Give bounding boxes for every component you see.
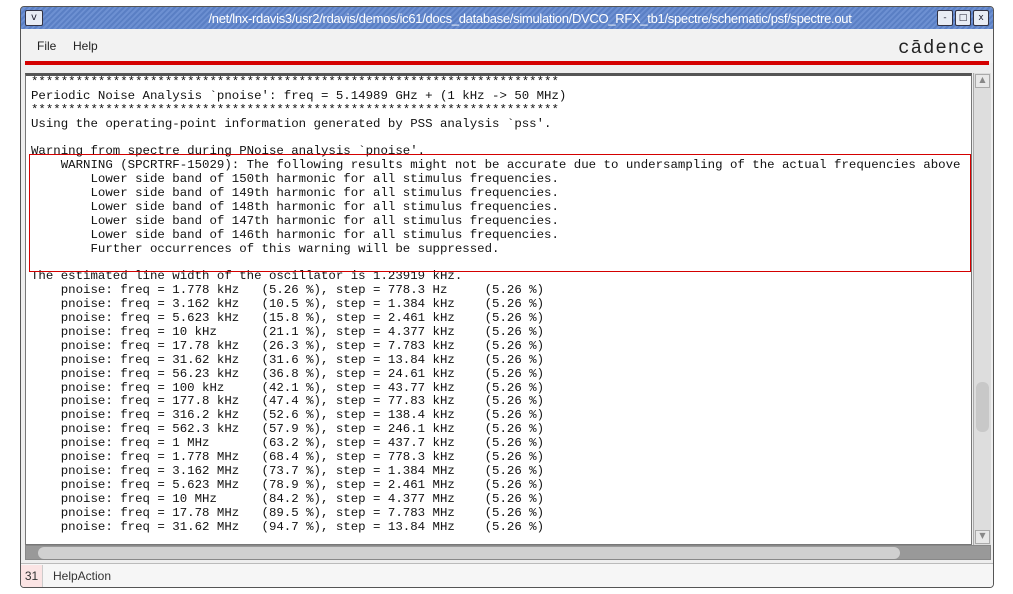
- log-line: pnoise: freq = 31.62 kHz (31.6 %), step …: [31, 352, 545, 367]
- vertical-scroll-thumb[interactable]: [976, 382, 989, 432]
- window-title: /net/lnx-rdavis3/usr2/rdavis/demos/ic61/…: [208, 10, 852, 26]
- log-line: pnoise: freq = 10 kHz (21.1 %), step = 4…: [31, 325, 545, 340]
- log-line: pnoise: freq = 177.8 kHz (47.4 %), step …: [31, 394, 545, 409]
- status-message: HelpAction: [53, 568, 112, 583]
- log-line: The estimated line width of the oscillat…: [31, 269, 463, 284]
- log-text: ****************************************…: [31, 76, 960, 534]
- log-line: pnoise: freq = 562.3 kHz (57.9 %), step …: [31, 422, 545, 437]
- menu-help[interactable]: Help: [73, 39, 98, 53]
- maximize-button[interactable]: □: [955, 10, 971, 26]
- log-text-area[interactable]: ****************************************…: [25, 73, 972, 545]
- window-menu-button[interactable]: v: [25, 10, 43, 26]
- menu-bar: File Help cādence: [21, 29, 993, 63]
- log-header-line: ****************************************…: [31, 75, 559, 89]
- divider: [25, 61, 989, 65]
- vertical-scrollbar[interactable]: ▲ ▼: [973, 73, 991, 545]
- log-line: pnoise: freq = 56.23 kHz (36.8 %), step …: [31, 366, 545, 381]
- log-line: pnoise: freq = 5.623 kHz (15.8 %), step …: [31, 311, 545, 326]
- close-button[interactable]: x: [973, 10, 989, 26]
- log-header-line: Using the operating-point information ge…: [31, 116, 552, 131]
- log-line: pnoise: freq = 1.778 MHz (68.4 %), step …: [31, 450, 545, 465]
- scroll-down-icon[interactable]: ▼: [975, 530, 990, 544]
- cadence-logo: cādence: [898, 37, 985, 59]
- log-line: pnoise: freq = 17.78 kHz (26.3 %), step …: [31, 338, 545, 353]
- log-line: pnoise: freq = 17.78 MHz (89.5 %), step …: [31, 505, 545, 520]
- log-line: pnoise: freq = 31.62 MHz (94.7 %), step …: [31, 519, 545, 534]
- horizontal-scrollbar[interactable]: [25, 545, 991, 560]
- log-line: pnoise: freq = 316.2 kHz (52.6 %), step …: [31, 408, 545, 423]
- status-bar: 31 HelpAction: [21, 563, 993, 587]
- log-viewer-window: v /net/lnx-rdavis3/usr2/rdavis/demos/ic6…: [20, 6, 994, 588]
- log-line: pnoise: freq = 1.778 kHz (5.26 %), step …: [31, 283, 545, 298]
- minimize-button[interactable]: -: [937, 10, 953, 26]
- log-line: pnoise: freq = 3.162 MHz (73.7 %), step …: [31, 463, 545, 478]
- warning-highlight-box: [29, 154, 971, 272]
- scroll-up-icon[interactable]: ▲: [975, 74, 990, 88]
- log-header-line: Periodic Noise Analysis `pnoise': freq =…: [31, 88, 567, 103]
- log-line: pnoise: freq = 10 MHz (84.2 %), step = 4…: [31, 491, 545, 506]
- status-number: 31: [21, 564, 43, 587]
- log-header-line: ****************************************…: [31, 102, 559, 117]
- menu-file[interactable]: File: [37, 39, 56, 53]
- log-line: pnoise: freq = 5.623 MHz (78.9 %), step …: [31, 477, 545, 492]
- log-line: pnoise: freq = 100 kHz (42.1 %), step = …: [31, 380, 545, 395]
- log-line: pnoise: freq = 3.162 kHz (10.5 %), step …: [31, 297, 545, 312]
- log-line: pnoise: freq = 1 MHz (63.2 %), step = 43…: [31, 436, 545, 451]
- log-header-line: [31, 132, 960, 146]
- title-bar: v /net/lnx-rdavis3/usr2/rdavis/demos/ic6…: [21, 7, 993, 29]
- horizontal-scroll-thumb[interactable]: [38, 547, 900, 559]
